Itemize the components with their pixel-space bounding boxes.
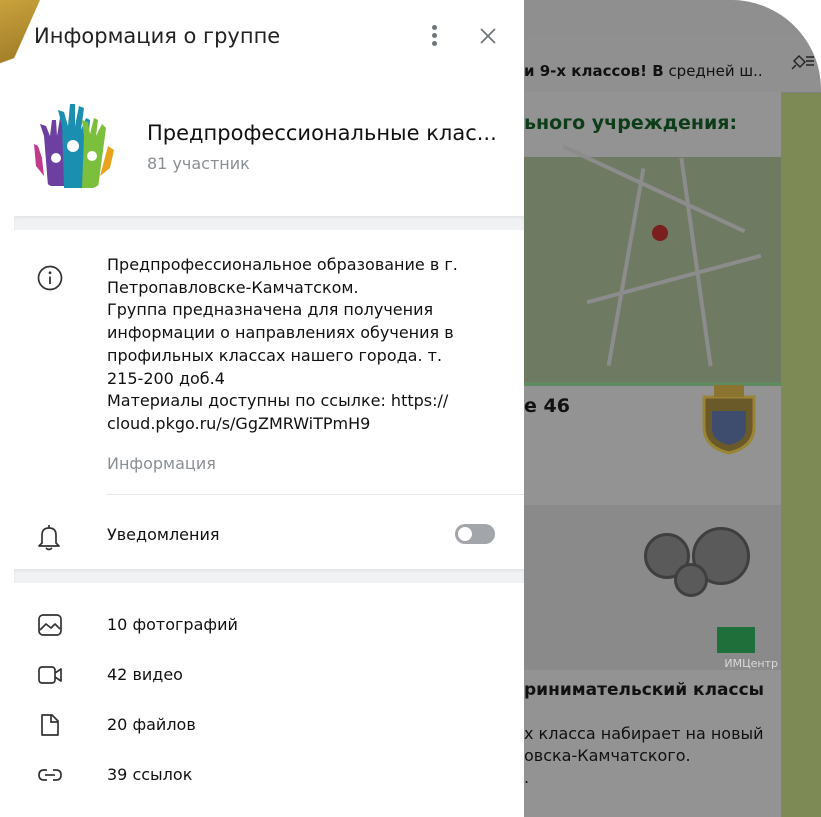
notifications-label: Уведомления (107, 525, 220, 544)
photo-icon (38, 614, 62, 636)
group-name: Предпрофессиональные клас... (147, 121, 497, 145)
pinned-message-text[interactable]: и 9-х классов! В средней ш... (524, 62, 764, 80)
map-marker-icon (652, 225, 668, 241)
links-count: 39 ссылок (107, 765, 193, 784)
info-icon (37, 265, 63, 291)
link-icon (38, 769, 62, 781)
group-member-count: 81 участник (147, 154, 250, 173)
map-image[interactable] (524, 144, 781, 386)
imc-logo-icon (717, 627, 755, 653)
panel-title: Информация о группе (34, 24, 281, 48)
group-avatar[interactable] (26, 96, 122, 192)
pinned-list-icon[interactable] (791, 52, 815, 72)
section-divider (14, 569, 524, 583)
video-icon (38, 666, 62, 684)
media-row-videos[interactable]: 42 видео (14, 649, 524, 699)
group-description-section: Предпрофессиональное образование в г. Пе… (14, 230, 524, 492)
toggle-knob (457, 526, 473, 542)
file-icon (41, 714, 59, 736)
chat-header (524, 0, 821, 36)
description-caption: Информация (107, 454, 216, 473)
notifications-toggle[interactable] (455, 524, 495, 544)
photos-count: 10 фотографий (107, 615, 238, 634)
group-profile: Предпрофессиональные клас... 81 участник (14, 74, 524, 216)
notifications-row[interactable]: Уведомления (14, 495, 524, 569)
bell-icon (38, 525, 60, 551)
imc-label: ИМЦентр (724, 657, 778, 670)
section-divider (14, 216, 524, 230)
close-icon[interactable] (476, 24, 500, 48)
engineering-drawing-image[interactable]: ИМЦентр (524, 505, 781, 670)
group-description: Предпрофессиональное образование в г. Пе… (107, 255, 458, 433)
panel-header: Информация о группе (14, 0, 524, 74)
media-row-photos[interactable]: 10 фотографий (14, 599, 524, 649)
chat-background: и 9-х классов! В средней ш... ьного учре… (524, 0, 821, 817)
coat-of-arms-image (702, 385, 756, 455)
message-heading: ьного учреждения: (524, 112, 738, 134)
group-info-panel: Информация о группе Предпрофессиональные… (14, 0, 524, 817)
media-row-links[interactable]: 39 ссылок (14, 749, 524, 799)
message-class-title: ринимательский классы (524, 680, 765, 700)
school-number-text: e 46 (524, 395, 570, 417)
media-row-files[interactable]: 20 файлов (14, 699, 524, 749)
more-options-button[interactable] (424, 22, 444, 50)
videos-count: 42 видео (107, 665, 183, 684)
files-count: 20 файлов (107, 715, 196, 734)
message-class-body: х класса набирает на новый овска-Камчатс… (524, 724, 764, 787)
